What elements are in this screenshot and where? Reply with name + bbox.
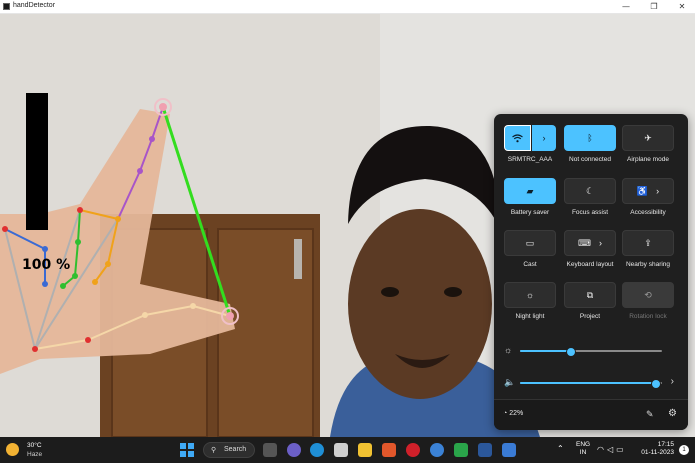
tile-label-focus-assist: Focus assist <box>571 209 609 216</box>
pycharm-icon[interactable] <box>454 443 468 457</box>
taskbar-search[interactable]: ⚲ Search <box>203 442 255 458</box>
moon-icon: ☾ <box>585 185 595 196</box>
clock[interactable]: 17:15 01-11-2023 <box>640 441 674 457</box>
weather-condition: Haze <box>27 451 43 458</box>
focus-assist-tile[interactable]: ☾ <box>564 178 616 204</box>
battery-icon: ◔ <box>503 410 508 417</box>
language-indicator[interactable]: ENG IN <box>576 441 590 457</box>
app-icon <box>3 3 10 10</box>
accessibility-chevron-icon: › <box>656 186 660 196</box>
tile-label-keyboard-layout: Keyboard layout <box>566 261 614 268</box>
tile-label-bluetooth: Not connected <box>569 156 611 163</box>
wifi-icon[interactable] <box>504 125 531 151</box>
python-icon[interactable] <box>502 443 516 457</box>
speaker-tray-icon: ◁ <box>606 445 617 454</box>
rotation-lock-tile: ⟲ <box>622 282 674 308</box>
brightness-thumb[interactable] <box>566 347 577 357</box>
quick-settings-panel: › SRMTRC_AAA ᛒ Not connected ✈ Airplane … <box>494 114 688 430</box>
battery-saver-tile[interactable]: ▰ <box>504 178 556 204</box>
cast-icon: ▭ <box>525 237 535 248</box>
gear-icon[interactable]: ⚙ <box>668 408 677 419</box>
volume-thumb[interactable] <box>651 379 662 389</box>
quick-settings-footer: ◔ 22% ✎ ⚙ <box>494 399 688 430</box>
window-title: handDetector <box>13 2 56 9</box>
tile-label-battery-saver: Battery saver <box>510 209 550 216</box>
airplane-mode-tile[interactable]: ✈ <box>622 125 674 151</box>
battery-saver-icon: ▰ <box>526 185 534 196</box>
nearby-sharing-tile[interactable]: ⇪ <box>622 230 674 256</box>
night-light-tile[interactable]: ☼ <box>504 282 556 308</box>
start-button[interactable] <box>180 443 194 457</box>
store-icon[interactable] <box>334 443 348 457</box>
wifi-tray-icon: ◠ <box>597 445 607 454</box>
battery-percent: 22% <box>509 410 524 417</box>
brightness-icon: ☼ <box>504 345 513 355</box>
accessibility-icon: ♿ <box>636 185 649 196</box>
settings-app-icon[interactable] <box>430 443 444 457</box>
clock-date: 01-11-2023 <box>641 449 674 456</box>
weather-widget[interactable]: 30°C Haze <box>6 441 66 459</box>
speaker-icon: 🔈 <box>504 377 516 387</box>
brightness-fill <box>520 350 572 352</box>
tile-label-airplane: Airplane mode <box>627 156 669 163</box>
tile-label-rotation-lock: Rotation lock <box>629 313 667 320</box>
tile-label-accessibility: Accessibility <box>630 209 666 216</box>
minimize-button[interactable]: — <box>615 0 637 13</box>
rotation-icon: ⟲ <box>644 289 652 300</box>
brightness-slider[interactable]: ☼ <box>504 345 682 357</box>
audio-output-chevron-icon[interactable]: › <box>671 376 674 387</box>
project-tile[interactable]: ⧉ <box>564 282 616 308</box>
edit-pencil-icon[interactable]: ✎ <box>646 409 654 420</box>
system-tray-icons[interactable]: ◠◁▭ <box>597 445 627 454</box>
weather-sun-icon <box>6 443 19 456</box>
share-icon: ⇪ <box>644 237 652 248</box>
keyboard-icon: ⌨ <box>578 237 591 248</box>
tile-label-nearby-sharing: Nearby sharing <box>625 261 671 268</box>
edge-icon[interactable] <box>310 443 324 457</box>
maximize-button[interactable]: ❐ <box>643 0 665 13</box>
wifi-tile[interactable]: › <box>504 125 556 151</box>
brave-icon[interactable] <box>382 443 396 457</box>
chat-icon[interactable] <box>287 443 301 457</box>
bluetooth-tile[interactable]: ᛒ <box>564 125 616 151</box>
taskbar: 30°C Haze ⚲ Search ⌃ ENG IN ◠◁▭ 17:15 01… <box>0 437 695 463</box>
clock-time: 17:15 <box>657 441 674 448</box>
sun-icon: ☼ <box>525 290 535 300</box>
cast-tile[interactable]: ▭ <box>504 230 556 256</box>
window-titlebar: handDetector — ❐ ✕ <box>0 0 695 14</box>
file-explorer-icon[interactable] <box>358 443 372 457</box>
volume-percent-label: 100 % <box>22 257 71 273</box>
task-view-icon[interactable] <box>263 443 277 457</box>
opera-icon[interactable] <box>406 443 420 457</box>
brightness-track[interactable] <box>520 347 662 357</box>
person-face <box>348 209 492 399</box>
lang-line2: IN <box>579 449 587 456</box>
battery-tray-icon: ▭ <box>616 445 627 454</box>
weather-temp: 30°C <box>27 442 42 449</box>
airplane-icon: ✈ <box>644 132 652 143</box>
tile-label-wifi: SRMTRC_AAA <box>507 156 553 163</box>
keyboard-layout-tile[interactable]: ⌨ › <box>564 230 616 256</box>
lang-line1: ENG <box>576 441 591 448</box>
search-icon: ⚲ <box>211 447 217 454</box>
word-icon[interactable] <box>478 443 492 457</box>
chevron-up-icon[interactable]: ⌃ <box>557 444 564 453</box>
battery-status[interactable]: ◔ 22% <box>503 410 523 417</box>
volume-slider[interactable]: 🔈 › <box>504 376 682 389</box>
keyboard-chevron-icon: › <box>599 238 602 248</box>
notification-badge[interactable]: 1 <box>679 445 689 455</box>
accessibility-tile[interactable]: ♿ › <box>622 178 674 204</box>
volume-bar <box>26 93 48 230</box>
wifi-chevron-icon[interactable]: › <box>532 125 556 151</box>
tile-label-project: Project <box>579 313 601 320</box>
close-button[interactable]: ✕ <box>671 0 693 13</box>
volume-fill <box>520 382 657 384</box>
tile-label-night-light: Night light <box>515 313 545 320</box>
volume-track[interactable] <box>520 379 662 389</box>
search-label: Search <box>224 446 247 453</box>
tile-label-cast: Cast <box>523 261 537 268</box>
bluetooth-icon: ᛒ <box>587 133 593 143</box>
project-icon: ⧉ <box>586 289 594 300</box>
